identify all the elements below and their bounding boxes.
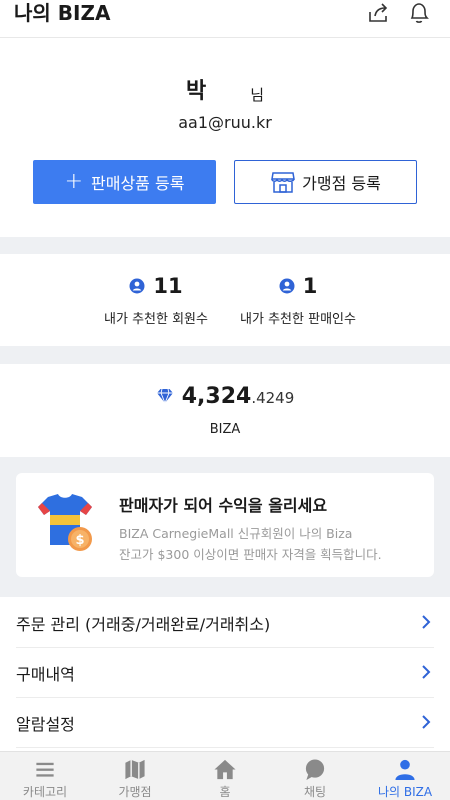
balance-amount: 4,324 .4249 [0, 384, 450, 409]
bell-icon[interactable] [406, 1, 432, 25]
tab-category[interactable]: 카테고리 [0, 752, 90, 800]
balance-section: 4,324 .4249 BIZA [0, 364, 450, 456]
chevron-right-icon [422, 665, 431, 679]
profile-name: 박 [185, 79, 207, 104]
referral-stats: 11 내가 추천한 회원수 1 내가 추천한 판매인수 [0, 254, 450, 346]
store-icon [271, 172, 296, 193]
promo-desc-line2: 잔고가 $300 이상이면 판매자 자격을 획득합니다. [119, 547, 382, 562]
map-icon [125, 759, 145, 780]
share-icon[interactable] [366, 1, 392, 25]
tab-label: 채팅 [303, 785, 327, 799]
plus-icon: + [64, 169, 84, 194]
menu-item-label: 구매내역 [16, 664, 75, 684]
promo-section: $ 판매자가 되어 수익을 올리세요 BIZA CarnegieMall 신규회… [0, 457, 450, 597]
profile-section: 박님 aa1@ruu.kr + 판매상품 등록 가맹점 등록 [0, 39, 450, 237]
tab-label: 카테고리 [22, 785, 68, 799]
chevron-right-icon [422, 715, 431, 729]
menu-list: 주문 관리 (거래중/거래완료/거래취소) 구매내역 알람설정 [0, 598, 450, 748]
page-title: 나의 BIZA [14, 1, 111, 25]
section-divider [0, 346, 450, 364]
register-product-button[interactable]: + 판매상품 등록 [33, 160, 216, 204]
register-store-label: 가맹점 등록 [302, 174, 381, 193]
shirt-coin-icon: $ [38, 494, 92, 551]
user-circle-icon [129, 278, 145, 294]
user-circle-icon [279, 278, 295, 294]
home-icon [214, 759, 236, 780]
profile-name-row: 박님 [0, 73, 450, 105]
referred-members-count: 11 [153, 274, 183, 298]
referred-members-stat[interactable]: 11 내가 추천한 회원수 [76, 274, 236, 327]
register-product-label: 판매상품 등록 [91, 174, 185, 193]
balance-decimal: .4249 [251, 389, 295, 407]
referred-sellers-stat[interactable]: 1 내가 추천한 판매인수 [218, 274, 378, 327]
profile-email: aa1@ruu.kr [178, 113, 272, 132]
user-icon [395, 759, 415, 781]
promo-desc-line1: BIZA CarnegieMall 신규회원이 나의 Biza [119, 526, 353, 541]
tab-my-biza[interactable]: 나의 BIZA [360, 752, 450, 800]
chat-icon [305, 759, 325, 781]
svg-text:$: $ [75, 533, 84, 548]
referred-sellers-count: 1 [302, 274, 318, 298]
menu-item-alarm-settings[interactable]: 알람설정 [16, 698, 434, 748]
tab-store[interactable]: 가맹점 [90, 752, 180, 800]
balance-unit: BIZA [209, 422, 241, 437]
menu-item-order-management[interactable]: 주문 관리 (거래중/거래완료/거래취소) [16, 598, 434, 648]
tab-chat[interactable]: 채팅 [270, 752, 360, 800]
tab-label: 홈 [219, 785, 231, 799]
register-store-button[interactable]: 가맹점 등록 [234, 160, 417, 204]
tab-home[interactable]: 홈 [180, 752, 270, 800]
seller-promo-card[interactable]: $ 판매자가 되어 수익을 올리세요 BIZA CarnegieMall 신규회… [16, 473, 434, 577]
referred-sellers-label: 내가 추천한 판매인수 [240, 312, 356, 327]
promo-description: BIZA CarnegieMall 신규회원이 나의 Biza 잔고가 $300… [119, 523, 429, 565]
profile-honorific: 님 [250, 86, 265, 104]
referred-members-label: 내가 추천한 회원수 [104, 312, 208, 327]
tab-label: 나의 BIZA [377, 785, 433, 799]
menu-icon [36, 762, 54, 777]
section-divider [0, 237, 450, 254]
menu-item-label: 주문 관리 (거래중/거래완료/거래취소) [16, 614, 271, 634]
chevron-right-icon [422, 615, 431, 629]
tab-label: 가맹점 [118, 785, 152, 799]
balance-integer: 4,324 [181, 384, 252, 409]
app-header: 나의 BIZA [0, 0, 450, 38]
bottom-tab-bar: 카테고리 가맹점 홈 채팅 나의 BIZA [0, 751, 450, 800]
menu-item-label: 알람설정 [16, 714, 75, 734]
menu-item-purchase-history[interactable]: 구매내역 [16, 648, 434, 698]
promo-title: 판매자가 되어 수익을 올리세요 [119, 496, 328, 515]
diamond-icon [156, 388, 173, 404]
